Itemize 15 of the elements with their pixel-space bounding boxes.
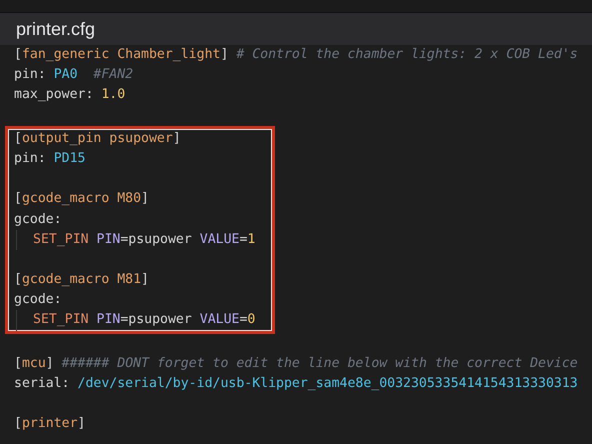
code-line: SET_PIN PIN=psupower VALUE=0 xyxy=(33,312,256,328)
code-line: gcode: xyxy=(14,212,62,226)
code-line: [mcu] ###### DONT forget to edit the line below with the correct Device xyxy=(14,356,578,371)
code-line: [fan_generic Chamber_light] # Control the chamber lights: 2 x COB Led's xyxy=(14,47,578,62)
code-line: [output_pin psupower] xyxy=(14,130,181,146)
window-title: printer.cfg xyxy=(16,18,96,40)
code-line: SET_PIN PIN=psupower VALUE=1 xyxy=(33,232,256,247)
code-line: max_power: 1.0 xyxy=(14,87,126,102)
code-line: [gcode_macro M81] xyxy=(14,272,149,288)
code-line: pin: PD15 xyxy=(14,150,86,166)
code-line: pin: PA0 #FAN2 xyxy=(14,67,134,82)
code-line: serial: /dev/serial/by-id/usb-Klipper_sam4e8e_0032305335414154313330313 xyxy=(14,376,578,391)
code-line: [printer] xyxy=(14,416,86,432)
code-line: gcode: xyxy=(14,292,62,308)
code-line: [gcode_macro M80] xyxy=(14,191,149,206)
